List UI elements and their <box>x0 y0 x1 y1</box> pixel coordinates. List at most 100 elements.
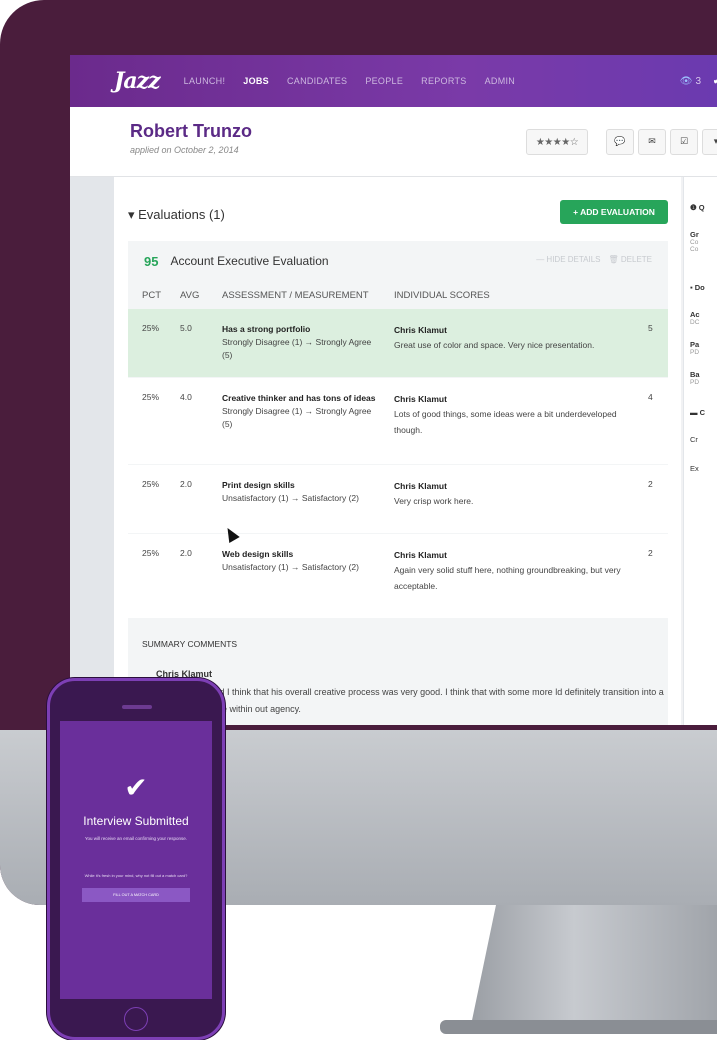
evaluation-row[interactable]: 25% 5.0 Has a strong portfolio Strongly … <box>128 309 668 377</box>
reviewer-comment: Very crisp work here. <box>394 496 474 507</box>
nav-item-launch[interactable]: LAUNCH! <box>184 76 226 86</box>
add-evaluation-button[interactable]: + ADD EVALUATION <box>560 200 668 224</box>
row-avg: 2.0 <box>180 479 192 489</box>
document-sub: PD <box>690 349 700 356</box>
comment-button[interactable]: 💬 <box>606 129 634 155</box>
views-count: 3 <box>695 75 702 87</box>
category-item[interactable]: Ex <box>684 464 717 473</box>
top-navigation: Jazz LAUNCH! JOBS CANDIDATES PEOPLE REPO… <box>70 55 717 107</box>
column-headers: PCT AVG ASSESSMENT / MEASUREMENT INDIVID… <box>128 281 668 309</box>
document-item[interactable]: Pa <box>684 340 717 349</box>
hide-details-link[interactable]: — HIDE DETAILS <box>536 255 600 264</box>
checkbox-icon: ☑ <box>679 137 689 147</box>
right-sidebar: ❶ Q Gr Co Co ▪ Do Ac DC Pa PD Ba PD ▬ C … <box>683 177 717 725</box>
right-item-sub: Co <box>690 246 699 253</box>
document-sub: PD <box>690 379 700 386</box>
evaluation-actions: — HIDE DETAILS 🗑 DELETE <box>536 255 652 264</box>
content-area: ▾ Evaluations (1) + ADD EVALUATION 95 Ac… <box>70 177 717 725</box>
summary-text: nice portfolio and I think that his over… <box>156 687 664 715</box>
row-assessment: Has a strong portfolio Strongly Disagree… <box>222 323 377 363</box>
document-item[interactable]: Ac <box>684 310 717 319</box>
row-assessment: Creative thinker and has tons of ideas S… <box>222 392 377 432</box>
column-individual-scores: INDIVIDUAL SCORES <box>394 289 490 301</box>
right-item[interactable]: Gr <box>684 230 717 239</box>
mail-icon: ✉ <box>648 137 656 147</box>
column-assessment: ASSESSMENT / MEASUREMENT <box>222 289 369 301</box>
questions-heading: ❶ Q <box>690 203 705 212</box>
eye-icon: 👁 <box>679 75 693 87</box>
document-item[interactable]: Ba <box>684 370 717 379</box>
row-pct: 25% <box>142 548 160 558</box>
reviewer-comment: Lots of good things, some ideas were a b… <box>394 409 617 435</box>
confirmation-text: You will receive an email confirming you… <box>84 836 188 841</box>
fill-out-match-card-button[interactable]: FILL OUT A MATCH CARD <box>82 888 190 902</box>
task-button[interactable]: ☑ <box>670 129 698 155</box>
assessment-name: Web design skills <box>222 549 294 559</box>
assessment-name: Has a strong portfolio <box>222 324 311 334</box>
assessment-name: Print design skills <box>222 480 295 490</box>
column-avg: AVG <box>180 289 200 301</box>
checkmark-icon: ✔ <box>124 771 148 804</box>
reviewer-name: Chris Klamut <box>394 550 447 560</box>
row-score: 4 <box>648 392 653 402</box>
row-score: 5 <box>648 323 653 333</box>
reviewer-comment: Great use of color and space. Very nice … <box>394 340 595 351</box>
row-scores: Chris Klamut Again very solid stuff here… <box>394 548 644 594</box>
nav-item-admin[interactable]: ADMIN <box>485 76 516 86</box>
header-actions: ★★★★☆ 💬 ✉ ☑ ▾ <box>526 129 717 155</box>
candidate-header: Robert Trunzo applied on October 2, 2014… <box>70 107 717 177</box>
delete-link[interactable]: 🗑 DELETE <box>609 255 653 264</box>
evaluations-panel: ▾ Evaluations (1) + ADD EVALUATION 95 Ac… <box>114 177 681 725</box>
phone-home-button[interactable] <box>124 1007 148 1031</box>
evaluation-title: Account Executive Evaluation <box>170 254 329 268</box>
left-sidebar-strip <box>70 177 114 725</box>
reviewer-name: Chris Klamut <box>394 325 447 335</box>
assessment-scale: Unsatisfactory (1) → Satisfactory (2) <box>222 562 359 573</box>
check-icon: ✔ <box>713 76 717 87</box>
views-counter[interactable]: 👁 3 <box>680 76 701 87</box>
phone-device: ✔ Interview Submitted You will receive a… <box>47 678 225 1040</box>
row-avg: 4.0 <box>180 392 192 402</box>
nav-item-people[interactable]: PEOPLE <box>365 76 403 86</box>
evaluation-row[interactable]: 25% 2.0 Web design skills Unsatisfactory… <box>128 534 668 618</box>
interview-submitted-title: Interview Submitted <box>83 814 189 828</box>
row-score: 2 <box>648 548 653 558</box>
column-pct: PCT <box>142 289 161 301</box>
row-assessment: Web design skills Unsatisfactory (1) → S… <box>222 548 377 574</box>
row-avg: 2.0 <box>180 548 192 558</box>
documents-heading: ▪ Do <box>690 283 705 292</box>
reviewer-name: Chris Klamut <box>394 481 447 491</box>
reviewer-name: Chris Klamut <box>394 394 447 404</box>
match-card-prompt: While it's fresh in your mind, why not f… <box>84 873 188 878</box>
evaluation-row[interactable]: 25% 4.0 Creative thinker and has tons of… <box>128 378 668 464</box>
row-pct: 25% <box>142 479 160 489</box>
row-scores: Chris Klamut Great use of color and spac… <box>394 323 644 354</box>
email-button[interactable]: ✉ <box>638 129 666 155</box>
jazz-logo[interactable]: Jazz <box>114 68 161 94</box>
nav-item-jobs[interactable]: JOBS <box>243 76 269 86</box>
assessment-name: Creative thinker and has tons of ideas <box>222 393 376 403</box>
evaluation-score: 95 <box>144 253 159 269</box>
nav-item-candidates[interactable]: CANDIDATES <box>287 76 347 86</box>
assessment-scale: Strongly Disagree (1) → Strongly Agree (… <box>222 406 372 430</box>
imac-stand-base <box>440 1020 717 1034</box>
comment-icon: 💬 <box>614 137 626 147</box>
row-scores: Chris Klamut Lots of good things, some i… <box>394 392 644 438</box>
summary-title: SUMMARY COMMENTS <box>142 639 238 649</box>
star-rating[interactable]: ★★★★☆ <box>526 129 588 155</box>
row-avg: 5.0 <box>180 323 192 333</box>
assessment-scale: Strongly Disagree (1) → Strongly Agree (… <box>222 337 372 361</box>
right-item-sub: Co <box>690 239 699 246</box>
more-dropdown[interactable]: ▾ <box>702 129 717 155</box>
nav-item-reports[interactable]: REPORTS <box>421 76 466 86</box>
evaluation-card-header: 95 Account Executive Evaluation — HIDE D… <box>128 241 668 281</box>
category-item[interactable]: Cr <box>684 435 717 444</box>
row-pct: 25% <box>142 392 160 402</box>
tasks-counter[interactable]: ✔ 2 <box>713 76 717 87</box>
phone-speaker <box>122 705 152 709</box>
evaluations-toggle[interactable]: ▾ Evaluations (1) <box>128 207 225 223</box>
evaluation-row[interactable]: 25% 2.0 Print design skills Unsatisfacto… <box>128 465 668 533</box>
nav-stats: 👁 3 ✔ 2 <box>680 55 717 107</box>
assessment-scale: Unsatisfactory (1) → Satisfactory (2) <box>222 493 359 504</box>
evaluation-card: 95 Account Executive Evaluation — HIDE D… <box>128 241 668 725</box>
